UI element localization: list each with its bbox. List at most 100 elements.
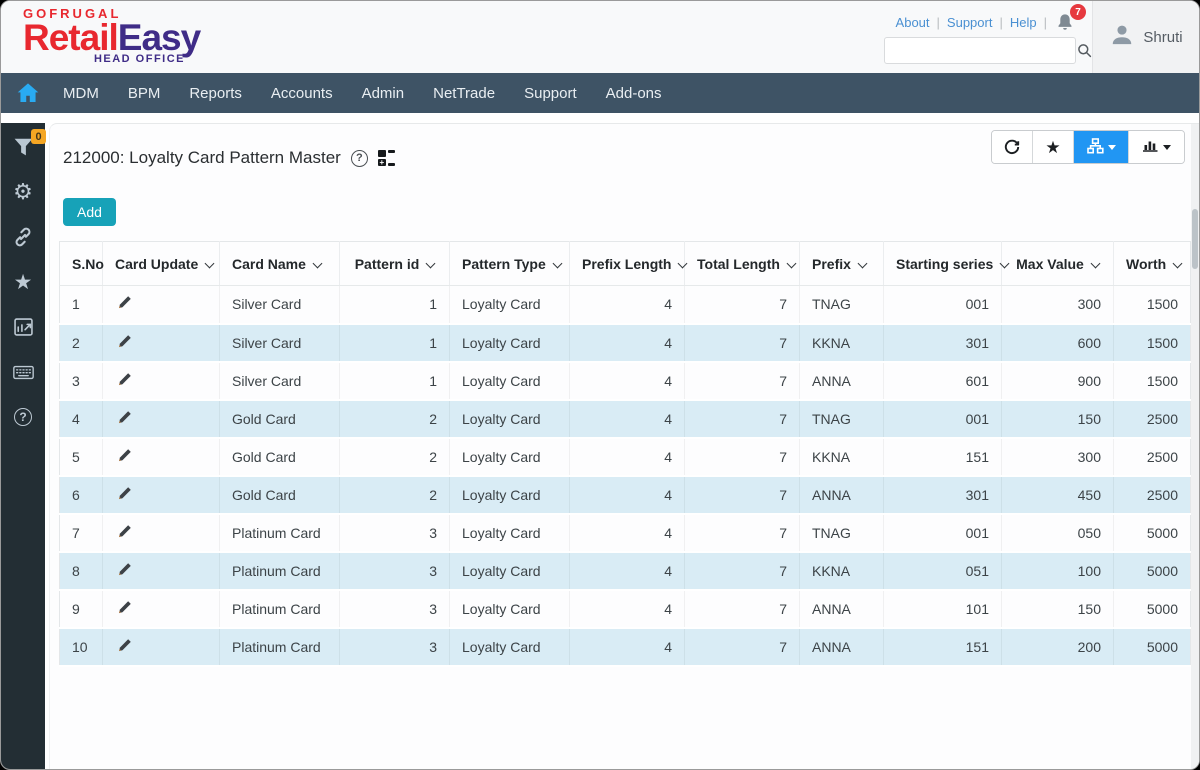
keyboard-icon[interactable] bbox=[11, 360, 35, 384]
column-header-total_length[interactable]: Total Length bbox=[684, 241, 800, 286]
cell-pattern_type: Loyalty Card bbox=[449, 399, 570, 439]
scrollbar-thumb[interactable] bbox=[1192, 209, 1198, 269]
column-header-prefix_length[interactable]: Prefix Length bbox=[569, 241, 688, 286]
product-part2: Easy bbox=[117, 17, 201, 58]
cell-sno: 10 bbox=[59, 627, 103, 667]
column-header-pattern_id[interactable]: Pattern id bbox=[339, 241, 450, 286]
sort-chevron-icon bbox=[312, 258, 323, 268]
cell-card_update bbox=[102, 437, 220, 477]
table-header-row: S.No Card Update Card Name Pattern id Patter… bbox=[59, 241, 1191, 286]
edit-row-button[interactable] bbox=[115, 332, 134, 354]
favorite-button[interactable]: ★ bbox=[1033, 131, 1074, 163]
edit-row-button[interactable] bbox=[115, 598, 134, 620]
link-icon[interactable] bbox=[11, 225, 35, 249]
cell-prefix: KKNA bbox=[799, 437, 884, 477]
header-link-help[interactable]: Help bbox=[1010, 15, 1037, 30]
hierarchy-view-button[interactable] bbox=[1074, 131, 1129, 163]
column-header-prefix[interactable]: Prefix bbox=[799, 241, 884, 286]
title-grid-icon[interactable] bbox=[377, 150, 395, 166]
column-header-card_update[interactable]: Card Update bbox=[102, 241, 220, 286]
logo: GOFRUGAL RetailEasy HEAD OFFICE bbox=[1, 1, 201, 73]
cell-max_value: 150 bbox=[1001, 399, 1114, 439]
edit-row-button[interactable] bbox=[115, 446, 134, 468]
cell-total_length: 7 bbox=[684, 627, 800, 667]
edit-row-button[interactable] bbox=[115, 370, 134, 392]
filter-icon[interactable]: 0 bbox=[11, 129, 46, 159]
cell-card_name: Platinum Card bbox=[219, 589, 340, 629]
edit-row-button[interactable] bbox=[115, 522, 134, 544]
sidebar-help-icon[interactable]: ? bbox=[11, 405, 35, 429]
left-sidebar: 0 ⚙ ★ ? bbox=[1, 123, 46, 769]
edit-row-button[interactable] bbox=[115, 484, 134, 506]
nav-item-reports[interactable]: Reports bbox=[189, 85, 242, 102]
cell-pattern_id: 3 bbox=[339, 551, 450, 591]
pencil-icon bbox=[117, 524, 132, 542]
cell-card_name: Gold Card bbox=[219, 437, 340, 477]
column-header-pattern_type[interactable]: Pattern Type bbox=[449, 241, 570, 286]
table-row: 8 Platinum Card 3 Loyalty Card 4 7 KKNA 051 100 5… bbox=[59, 551, 1191, 591]
home-icon[interactable] bbox=[13, 83, 43, 103]
cell-card_name: Gold Card bbox=[219, 475, 340, 515]
page-title: 212000: Loyalty Card Pattern Master bbox=[63, 148, 341, 167]
main-navbar: MDM BPM Reports Accounts Admin NetTrade Suppor… bbox=[1, 73, 1199, 113]
pencil-icon bbox=[117, 410, 132, 428]
user-panel[interactable]: Shruti bbox=[1092, 1, 1199, 73]
column-header-max_value[interactable]: Max Value bbox=[1001, 241, 1114, 286]
cell-max_value: 900 bbox=[1001, 361, 1114, 401]
nav-item-add-ons[interactable]: Add-ons bbox=[606, 85, 662, 102]
hierarchy-icon bbox=[1086, 137, 1104, 157]
star-icon[interactable]: ★ bbox=[11, 270, 35, 294]
table-row: 1 Silver Card 1 Loyalty Card 4 7 TNAG 001 300 150… bbox=[59, 285, 1191, 325]
navbar-items: MDM BPM Reports Accounts Admin NetTrade Suppor… bbox=[63, 85, 691, 102]
cell-pattern_id: 3 bbox=[339, 513, 450, 553]
cell-prefix_length: 4 bbox=[569, 399, 685, 439]
refresh-button[interactable] bbox=[992, 131, 1033, 163]
nav-item-bpm[interactable]: BPM bbox=[128, 85, 161, 102]
edit-row-button[interactable] bbox=[115, 636, 134, 658]
header-link-support[interactable]: Support bbox=[947, 15, 993, 30]
cell-worth: 2500 bbox=[1113, 437, 1191, 477]
pencil-icon bbox=[117, 600, 132, 618]
cell-pattern_id: 1 bbox=[339, 285, 450, 325]
cell-pattern_type: Loyalty Card bbox=[449, 285, 570, 325]
nav-item-admin[interactable]: Admin bbox=[362, 85, 405, 102]
nav-item-mdm[interactable]: MDM bbox=[63, 85, 99, 102]
column-header-starting_series[interactable]: Starting series bbox=[883, 241, 1010, 286]
cell-sno: 6 bbox=[59, 475, 103, 515]
cell-total_length: 7 bbox=[684, 285, 800, 325]
header-link-about[interactable]: About bbox=[896, 15, 930, 30]
cell-sno: 4 bbox=[59, 399, 103, 439]
chart-view-button[interactable] bbox=[1129, 131, 1184, 163]
link-separator: | bbox=[936, 14, 940, 30]
cell-card_name: Platinum Card bbox=[219, 513, 340, 553]
cell-starting_series: 001 bbox=[883, 513, 1002, 553]
cell-pattern_type: Loyalty Card bbox=[449, 589, 570, 629]
column-header-worth[interactable]: Worth bbox=[1113, 241, 1191, 286]
column-label: Max Value bbox=[1016, 255, 1084, 272]
nav-item-support[interactable]: Support bbox=[524, 85, 577, 102]
header-right: About | Support | Help | 7 Shruti bbox=[884, 1, 1199, 73]
edit-row-button[interactable] bbox=[115, 560, 134, 582]
cell-starting_series: 001 bbox=[883, 399, 1002, 439]
search-input[interactable] bbox=[885, 38, 1077, 63]
gear-icon[interactable]: ⚙ bbox=[11, 179, 35, 204]
column-header-card_name[interactable]: Card Name bbox=[219, 241, 340, 286]
nav-item-nettrade[interactable]: NetTrade bbox=[433, 85, 495, 102]
cell-prefix: TNAG bbox=[799, 399, 884, 439]
cell-total_length: 7 bbox=[684, 361, 800, 401]
add-button[interactable]: Add bbox=[63, 198, 116, 226]
sort-chevron-icon bbox=[786, 258, 797, 268]
title-help-icon[interactable]: ? bbox=[350, 149, 368, 167]
pencil-icon bbox=[117, 448, 132, 466]
cell-starting_series: 101 bbox=[883, 589, 1002, 629]
edit-row-button[interactable] bbox=[115, 408, 134, 430]
edit-row-button[interactable] bbox=[115, 293, 134, 315]
nav-item-accounts[interactable]: Accounts bbox=[271, 85, 333, 102]
vertical-scrollbar[interactable] bbox=[1191, 124, 1199, 769]
search-box[interactable] bbox=[884, 37, 1092, 64]
report-icon[interactable] bbox=[11, 315, 35, 339]
cell-prefix: ANNA bbox=[799, 589, 884, 629]
cell-pattern_type: Loyalty Card bbox=[449, 551, 570, 591]
cell-worth: 2500 bbox=[1113, 475, 1191, 515]
notification-bell-icon[interactable]: 7 bbox=[1056, 4, 1086, 31]
